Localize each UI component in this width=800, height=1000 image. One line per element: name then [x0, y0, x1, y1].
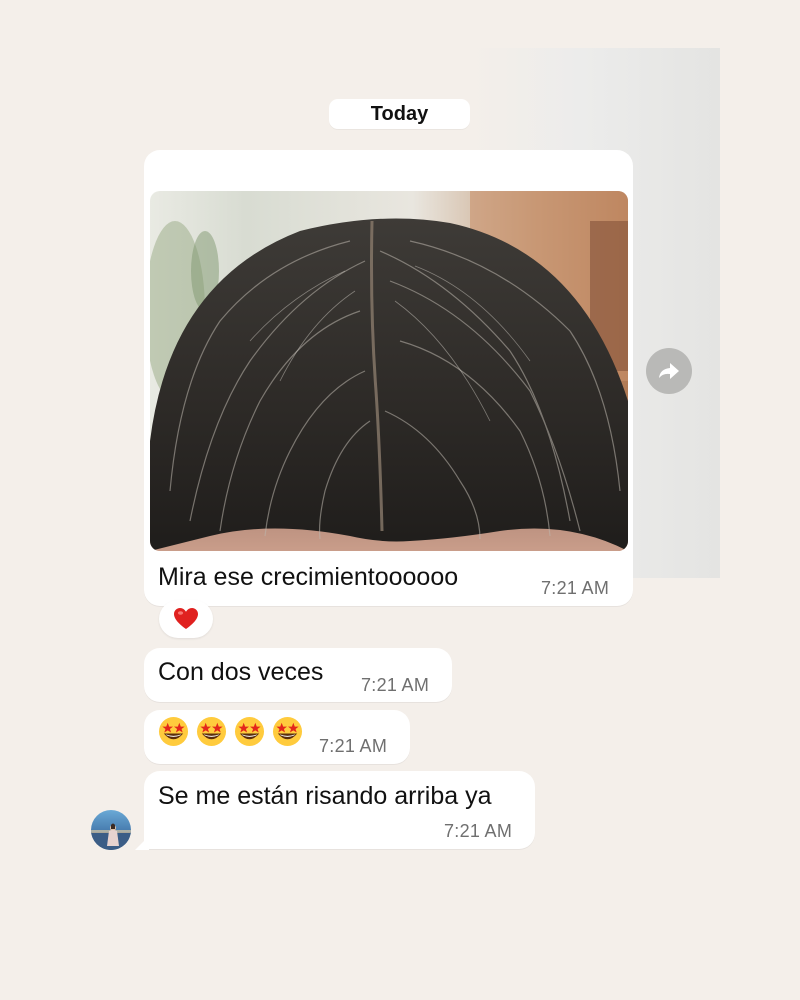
message-reaction[interactable]: [159, 600, 213, 638]
message-photo[interactable]: [150, 191, 628, 551]
star-struck-emoji-icon: [234, 716, 265, 747]
message-text: Con dos veces: [158, 658, 324, 686]
forward-button[interactable]: [646, 348, 692, 394]
message-timestamp: 7:21 AM: [361, 675, 430, 695]
forward-arrow-icon: [659, 363, 679, 379]
date-separator-label: Today: [370, 102, 429, 125]
star-struck-emoji-icon: [196, 716, 227, 747]
date-separator: Today: [329, 99, 470, 129]
message-timestamp: 7:21 AM: [319, 736, 388, 756]
sender-avatar[interactable]: [91, 810, 131, 850]
message-text: Mira ese crecimientoooooo: [158, 563, 459, 591]
avatar-photo: [91, 823, 131, 850]
red-heart-icon: [174, 608, 198, 629]
star-struck-emoji-icon: [272, 716, 303, 747]
hair-photo-illustration: [150, 191, 628, 551]
star-struck-emoji-icon: [158, 716, 189, 747]
bubble-tail: [135, 836, 149, 850]
chat-view: Today Mira ese crecimientoooooo 7:21 AM …: [0, 0, 800, 1000]
message-timestamp: 7:21 AM: [541, 578, 610, 598]
message-text: Se me están risando arriba ya: [158, 782, 492, 810]
message-timestamp: 7:21 AM: [444, 821, 513, 841]
emoji-row: [158, 716, 303, 747]
